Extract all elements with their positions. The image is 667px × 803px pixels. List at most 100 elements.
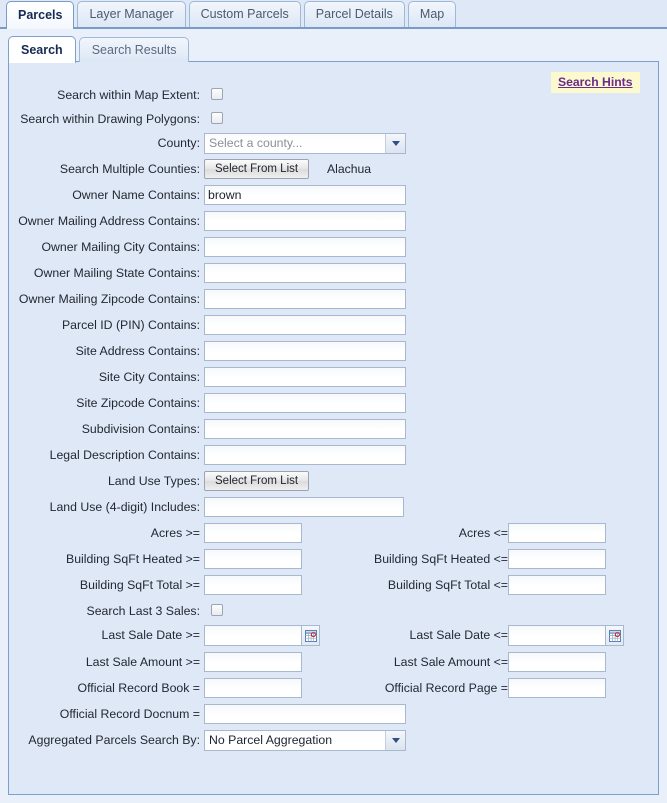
- subdivision-input[interactable]: [204, 419, 406, 439]
- bldg-sqft-heated-min-input[interactable]: [204, 549, 302, 569]
- calendar-icon[interactable]: [606, 625, 624, 646]
- last-sale-date-min-field: [204, 625, 320, 647]
- row-bldg-sqft-total: Building SqFt Total >= Building SqFt Tot…: [9, 574, 658, 600]
- label-search-map-extent: Search within Map Extent:: [57, 88, 200, 102]
- label-official-record-docnum: Official Record Docnum =: [59, 707, 200, 721]
- row-site-address: Site Address Contains:: [9, 340, 658, 366]
- bldg-sqft-total-max-input[interactable]: [508, 575, 606, 595]
- select-counties-from-list-button[interactable]: Select From List: [204, 159, 310, 179]
- inner-tab-strip: Search Search Results: [8, 35, 192, 63]
- bldg-sqft-heated-max-input[interactable]: [508, 549, 606, 569]
- label-last-sale-date-max: Last Sale Date <=: [409, 628, 508, 642]
- row-county: County: Select a county...: [9, 132, 658, 158]
- search-drawing-polygons-checkbox[interactable]: [211, 112, 223, 124]
- label-acres-min: Acres >=: [150, 526, 200, 540]
- label-last-sale-amount-max: Last Sale Amount <=: [393, 655, 508, 669]
- row-site-city: Site City Contains:: [9, 366, 658, 392]
- aggregated-parcels-select[interactable]: No Parcel Aggregation: [204, 730, 406, 751]
- row-owner-mailing-address: Owner Mailing Address Contains:: [9, 210, 658, 236]
- label-county: County:: [157, 136, 200, 150]
- label-official-record-page: Official Record Page =: [384, 681, 508, 695]
- row-multi-counties: Search Multiple Counties: Select From Li…: [9, 158, 658, 184]
- legal-description-input[interactable]: [204, 445, 406, 465]
- row-bldg-sqft-heated: Building SqFt Heated >= Building SqFt He…: [9, 548, 658, 574]
- tab-parcel-details[interactable]: Parcel Details: [303, 1, 405, 27]
- search-last-3-sales-checkbox[interactable]: [211, 604, 223, 616]
- parcel-search-form: Search within Map Extent: Search within …: [8, 61, 659, 795]
- row-last-sale-date: Last Sale Date >= Last Sale Date <=: [9, 624, 658, 650]
- row-search-drawing-polygons: Search within Drawing Polygons:: [9, 108, 658, 134]
- parcel-id-input[interactable]: [204, 315, 406, 335]
- tab-search-results[interactable]: Search Results: [78, 37, 190, 62]
- row-aggregated-parcels: Aggregated Parcels Search By: No Parcel …: [9, 729, 658, 755]
- row-legal-description: Legal Description Contains:: [9, 444, 658, 470]
- row-subdivision: Subdivision Contains:: [9, 418, 658, 444]
- label-last-sale-amount-min: Last Sale Amount >=: [85, 655, 200, 669]
- label-bldg-sqft-heated-min: Building SqFt Heated >=: [66, 552, 200, 566]
- row-search-last-3-sales: Search Last 3 Sales:: [9, 600, 658, 626]
- official-record-page-input[interactable]: [508, 678, 606, 698]
- row-land-use-4digit: Land Use (4-digit) Includes:: [9, 496, 658, 522]
- label-site-city: Site City Contains:: [98, 370, 200, 384]
- last-sale-amount-max-input[interactable]: [508, 652, 606, 672]
- site-address-input[interactable]: [204, 341, 406, 361]
- tab-custom-parcels[interactable]: Custom Parcels: [188, 1, 301, 27]
- label-owner-mailing-zipcode: Owner Mailing Zipcode Contains:: [18, 292, 200, 306]
- parcels-panel: Search Search Results Search within Map …: [0, 29, 667, 803]
- label-owner-name: Owner Name Contains:: [72, 188, 200, 202]
- last-sale-date-max-input[interactable]: [508, 625, 606, 646]
- owner-mailing-zipcode-input[interactable]: [204, 289, 406, 309]
- tab-search[interactable]: Search: [8, 36, 76, 63]
- outer-tab-strip: Parcels Layer Manager Custom Parcels Par…: [0, 0, 667, 29]
- chevron-down-icon[interactable]: [385, 731, 405, 750]
- label-parcel-id: Parcel ID (PIN) Contains:: [61, 318, 200, 332]
- row-owner-name: Owner Name Contains:: [9, 184, 658, 210]
- row-owner-mailing-zipcode: Owner Mailing Zipcode Contains:: [9, 288, 658, 314]
- owner-mailing-address-input[interactable]: [204, 211, 406, 231]
- owner-mailing-state-input[interactable]: [204, 263, 406, 283]
- land-use-4digit-input[interactable]: [204, 497, 404, 517]
- row-owner-mailing-city: Owner Mailing City Contains:: [9, 236, 658, 262]
- label-bldg-sqft-total-max: Building SqFt Total <=: [387, 578, 508, 592]
- acres-max-input[interactable]: [508, 523, 606, 543]
- label-last-sale-date-min: Last Sale Date >=: [101, 628, 200, 642]
- owner-name-input[interactable]: [204, 185, 406, 205]
- row-acres: Acres >= Acres <=: [9, 522, 658, 548]
- label-site-address: Site Address Contains:: [75, 344, 200, 358]
- official-record-book-input[interactable]: [204, 678, 302, 698]
- site-zipcode-input[interactable]: [204, 393, 406, 413]
- label-search-drawing-polygons: Search within Drawing Polygons:: [20, 112, 200, 126]
- label-official-record-book: Official Record Book =: [77, 681, 200, 695]
- label-subdivision: Subdivision Contains:: [81, 422, 200, 436]
- label-acres-max: Acres <=: [458, 526, 508, 540]
- last-sale-date-min-input[interactable]: [204, 625, 302, 646]
- row-site-zipcode: Site Zipcode Contains:: [9, 392, 658, 418]
- tab-map[interactable]: Map: [407, 1, 457, 27]
- search-map-extent-checkbox[interactable]: [211, 88, 223, 100]
- label-land-use-4digit: Land Use (4-digit) Includes:: [49, 500, 200, 514]
- label-owner-mailing-address: Owner Mailing Address Contains:: [18, 214, 200, 228]
- last-sale-amount-min-input[interactable]: [204, 652, 302, 672]
- acres-min-input[interactable]: [204, 523, 302, 543]
- tab-layer-manager[interactable]: Layer Manager: [77, 1, 186, 27]
- aggregated-parcels-select-value: No Parcel Aggregation: [209, 733, 333, 747]
- label-bldg-sqft-total-min: Building SqFt Total >=: [79, 578, 200, 592]
- owner-mailing-city-input[interactable]: [204, 237, 406, 257]
- row-owner-mailing-state: Owner Mailing State Contains:: [9, 262, 658, 288]
- row-last-sale-amount: Last Sale Amount >= Last Sale Amount <=: [9, 651, 658, 677]
- label-search-last-3-sales: Search Last 3 Sales:: [86, 604, 200, 618]
- label-land-use-types: Land Use Types:: [107, 474, 200, 488]
- county-select-value: Select a county...: [209, 136, 303, 150]
- site-city-input[interactable]: [204, 367, 406, 387]
- bldg-sqft-total-min-input[interactable]: [204, 575, 302, 595]
- tab-parcels[interactable]: Parcels: [6, 1, 75, 29]
- chevron-down-icon[interactable]: [385, 134, 405, 153]
- search-hints-link[interactable]: Search Hints: [558, 75, 633, 89]
- official-record-docnum-input[interactable]: [204, 704, 406, 724]
- row-official-record-book-page: Official Record Book = Official Record P…: [9, 677, 658, 703]
- county-select[interactable]: Select a county...: [204, 133, 406, 154]
- select-land-use-from-list-button[interactable]: Select From List: [204, 471, 310, 491]
- selected-counties-note: Alachua: [327, 162, 372, 176]
- label-aggregated-parcels: Aggregated Parcels Search By:: [28, 733, 200, 747]
- label-bldg-sqft-heated-max: Building SqFt Heated <=: [374, 552, 508, 566]
